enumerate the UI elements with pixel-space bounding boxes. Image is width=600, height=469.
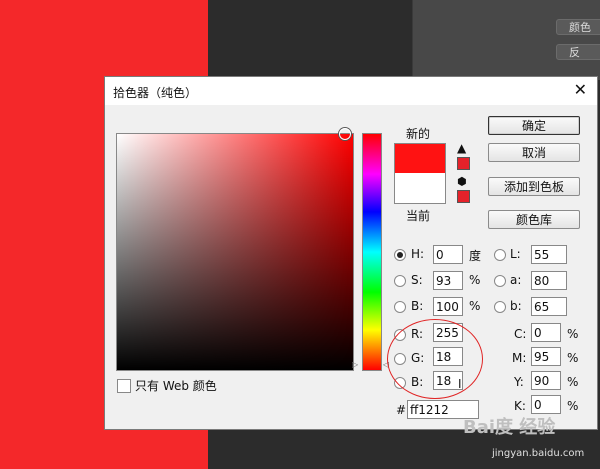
dialog-title: 拾色器（纯色） (113, 86, 198, 100)
l-input[interactable]: 55 (531, 245, 567, 264)
y-label: Y: (514, 375, 524, 389)
web-safe-cube-icon[interactable]: ⬢ (457, 175, 467, 188)
ps-button-color[interactable]: 颜色 (556, 19, 600, 35)
a-input[interactable]: 80 (531, 271, 567, 290)
s-unit: % (469, 273, 481, 287)
brightness-label: B: (411, 299, 424, 313)
c-unit: % (567, 327, 579, 341)
current-label: 当前 (406, 209, 431, 223)
color-field-cursor[interactable] (339, 128, 351, 140)
h-input[interactable]: 0 (433, 245, 463, 264)
gamut-color-swatch[interactable] (457, 157, 470, 170)
close-icon[interactable]: ✕ (574, 80, 587, 99)
k-input[interactable]: 0 (531, 395, 561, 414)
web-safe-color-swatch[interactable] (457, 190, 470, 203)
titlebar: 拾色器（纯色） ✕ (105, 77, 597, 105)
c-label: C: (514, 327, 527, 341)
layers-panel-fragment (412, 0, 600, 80)
hue-slider-left-arrow-icon[interactable]: ▷ (352, 360, 358, 369)
lab-b-input[interactable]: 65 (531, 297, 567, 316)
current-color-swatch[interactable] (394, 173, 446, 204)
a-label: a: (510, 273, 522, 287)
ps-button-reverse[interactable]: 反 (556, 44, 600, 60)
brightness-unit: % (469, 299, 481, 313)
hue-slider[interactable] (362, 133, 382, 371)
h-label: H: (411, 247, 425, 261)
radio-s[interactable] (394, 275, 406, 287)
radio-h[interactable] (394, 249, 406, 261)
web-colors-only-label[interactable]: 只有 Web 颜色 (135, 377, 217, 394)
k-label: K: (514, 399, 526, 413)
h-unit: 度 (469, 249, 482, 263)
m-unit: % (567, 351, 579, 365)
annotation-circle (387, 319, 483, 399)
lab-b-label: b: (510, 299, 522, 313)
s-label: S: (411, 273, 423, 287)
m-input[interactable]: 95 (531, 347, 561, 366)
k-unit: % (567, 399, 579, 413)
new-label: 新的 (406, 127, 431, 141)
l-label: L: (510, 247, 521, 261)
radio-brightness[interactable] (394, 301, 406, 313)
watermark-url: jingyan.baidu.com (492, 448, 585, 459)
new-color-swatch (394, 143, 446, 174)
brightness-input[interactable]: 100 (433, 297, 463, 316)
m-label: M: (512, 351, 527, 365)
color-libraries-button[interactable]: 颜色库 (488, 210, 580, 229)
add-to-swatches-button[interactable]: 添加到色板 (488, 177, 580, 196)
saturation-brightness-field[interactable] (116, 128, 354, 371)
hex-label: # (396, 403, 407, 417)
ok-button[interactable]: 确定 (488, 116, 580, 135)
watermark-logo: Bai度 经验 (463, 417, 556, 438)
web-colors-only-checkbox[interactable] (117, 379, 131, 393)
y-input[interactable]: 90 (531, 371, 561, 390)
radio-lab-b[interactable] (494, 301, 506, 313)
out-of-gamut-warning-icon[interactable]: ▲ (457, 141, 466, 155)
color-picker-dialog: 拾色器（纯色） ✕ ▷ ◁ 新的 当前 ▲ ⬢ 确定 取消 添加到色板 颜色库 … (104, 76, 598, 430)
radio-l[interactable] (494, 249, 506, 261)
radio-a[interactable] (494, 275, 506, 287)
c-input[interactable]: 0 (531, 323, 561, 342)
cancel-button[interactable]: 取消 (488, 143, 580, 162)
s-input[interactable]: 93 (433, 271, 463, 290)
y-unit: % (567, 375, 579, 389)
